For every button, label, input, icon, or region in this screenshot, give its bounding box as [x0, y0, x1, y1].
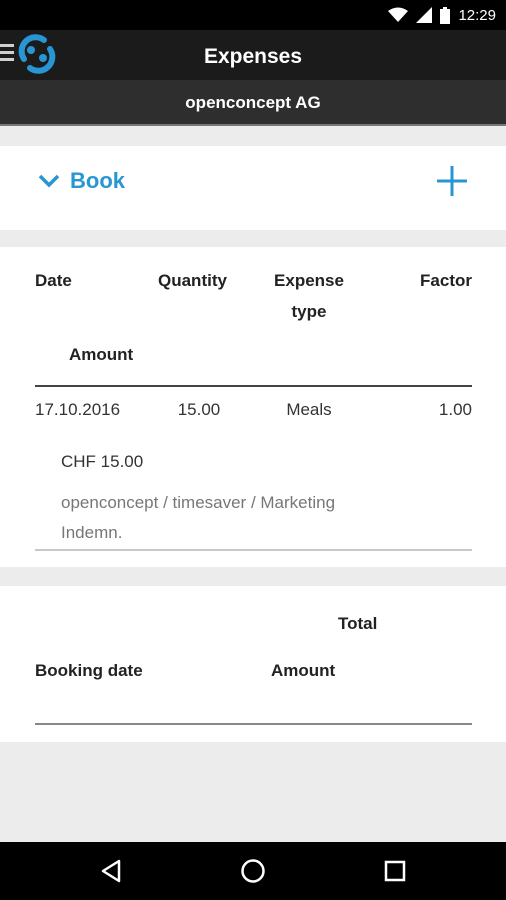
back-button[interactable] — [86, 842, 136, 900]
row-date: 17.10.2016 — [35, 400, 121, 419]
back-icon — [101, 859, 121, 883]
recents-button[interactable] — [370, 842, 420, 900]
header-amount: Amount — [69, 345, 134, 364]
totals-divider — [35, 723, 472, 725]
company-name: openconcept AG — [185, 93, 321, 112]
app-logo-icon[interactable] — [16, 33, 58, 75]
signal-icon — [416, 7, 433, 23]
row-divider — [35, 549, 472, 551]
book-label: Book — [70, 168, 125, 193]
status-time: 12:29 — [458, 6, 496, 24]
app-bar: Expenses — [0, 30, 506, 80]
book-toggle[interactable]: Book — [38, 168, 125, 194]
header-expense-type-line1: Expense — [274, 271, 344, 290]
header-booking-date: Booking date — [35, 661, 143, 680]
home-button[interactable] — [228, 842, 278, 900]
home-icon — [241, 859, 265, 883]
book-card: Book — [0, 146, 506, 230]
expenses-table: Date Quantity Expense type Factor Amount… — [0, 247, 506, 567]
row-factor: 1.00 — [438, 400, 472, 419]
row-expense-type: Meals — [286, 400, 332, 419]
row-amount: CHF 15.00 — [61, 452, 144, 471]
header-divider — [35, 385, 472, 387]
row-description-line2: Indemn. — [61, 523, 123, 542]
header-expense-type-line2: type — [291, 302, 327, 321]
totals-table: Total Booking date Amount — [0, 586, 506, 742]
navigation-bar — [0, 842, 506, 900]
header-date: Date — [35, 271, 72, 290]
status-bar: 12:29 — [0, 0, 506, 30]
header-total-amount: Amount — [271, 661, 336, 680]
recents-icon — [384, 860, 406, 882]
row-quantity: 15.00 — [177, 400, 221, 419]
company-bar: openconcept AG — [0, 80, 506, 126]
app-title: Expenses — [203, 45, 303, 68]
header-factor: Factor — [420, 271, 472, 290]
wifi-icon — [388, 7, 409, 23]
battery-icon — [440, 6, 451, 24]
header-quantity: Quantity — [158, 271, 227, 290]
chevron-down-icon — [38, 174, 60, 188]
header-total: Total — [338, 614, 378, 633]
plus-icon[interactable] — [436, 165, 468, 197]
row-description-line1: openconcept / timesaver / Marketing — [61, 493, 336, 512]
